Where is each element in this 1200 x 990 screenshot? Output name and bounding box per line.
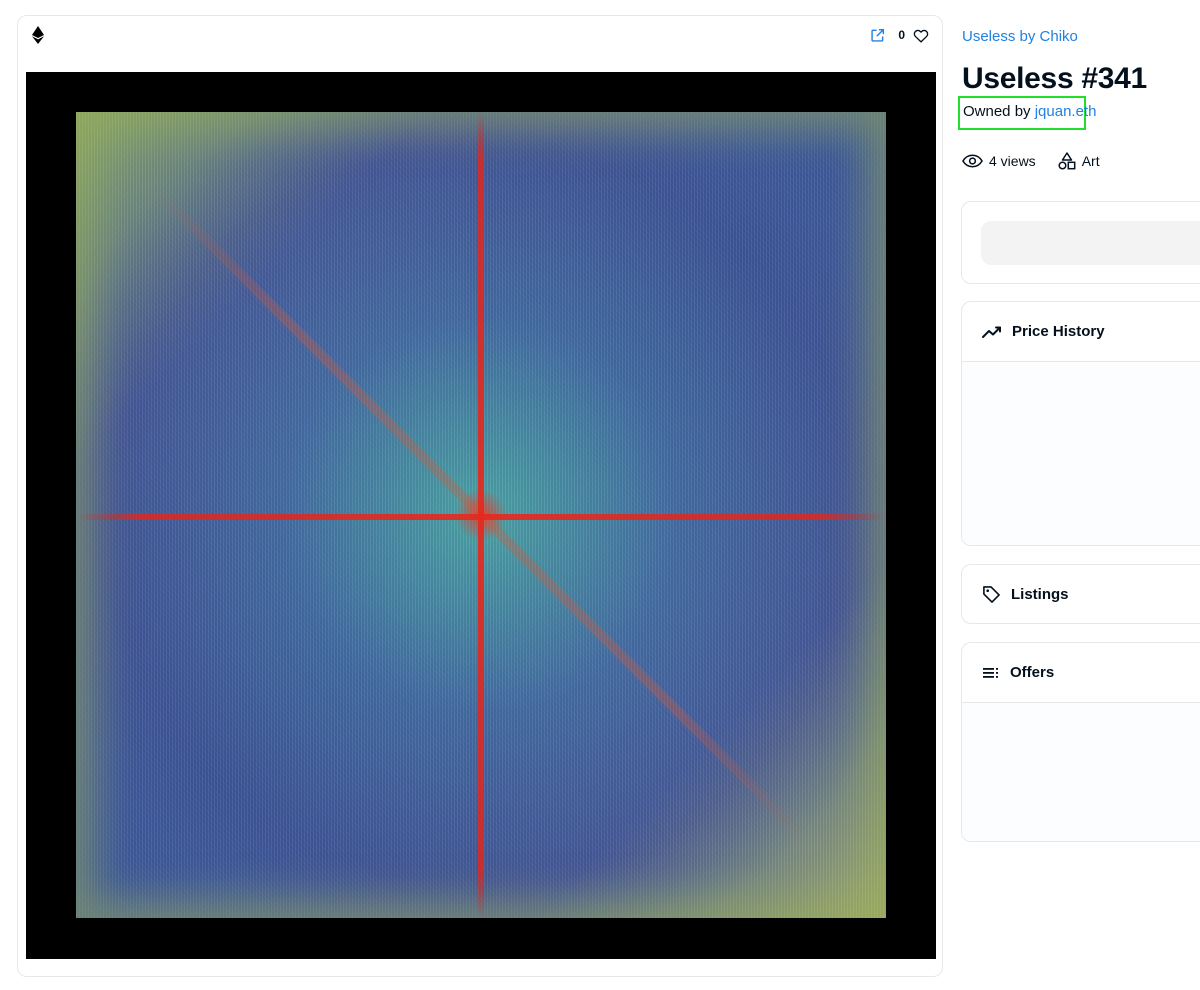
artwork-canvas [76, 112, 886, 918]
item-title: Useless #341 [962, 62, 1147, 95]
item-stats: 4 views Art [962, 151, 1100, 171]
listings-header[interactable]: Listings [962, 565, 1200, 623]
collection-link[interactable]: Useless by Chiko [962, 28, 1078, 45]
price-history-panel: Price History [961, 301, 1200, 546]
owner-prefix: Owned by [963, 103, 1031, 120]
price-history-body [962, 361, 1200, 545]
listings-title: Listings [1011, 586, 1069, 603]
tag-icon [983, 586, 1000, 603]
list-icon [983, 667, 998, 678]
offers-header[interactable]: Offers [962, 643, 1200, 702]
category-stat[interactable]: Art [1058, 152, 1100, 170]
offers-title: Offers [1010, 664, 1055, 681]
owner-link[interactable]: jquan.eth [1035, 103, 1097, 120]
external-link-icon[interactable] [870, 28, 885, 43]
eye-icon [962, 154, 983, 168]
listings-panel: Listings [961, 564, 1200, 624]
sale-loading-placeholder [981, 221, 1200, 265]
media-header: 0 [18, 16, 942, 56]
owner-line: Owned by jquan.eth [958, 96, 1096, 130]
views-stat: 4 views [962, 153, 1036, 169]
views-count: 4 views [989, 153, 1036, 169]
favorite-count: 0 [898, 28, 905, 42]
offers-body [962, 702, 1200, 841]
shapes-icon [1058, 152, 1076, 170]
sale-panel [961, 201, 1200, 284]
category-label: Art [1081, 153, 1100, 169]
nft-artwork-image[interactable] [26, 72, 936, 959]
price-history-title: Price History [1012, 323, 1105, 340]
price-history-header[interactable]: Price History [962, 302, 1200, 361]
offers-panel: Offers [961, 642, 1200, 842]
ethereum-icon [32, 26, 44, 44]
trending-icon [982, 326, 1001, 338]
heart-icon[interactable] [913, 28, 929, 43]
media-actions: 0 [870, 26, 929, 44]
media-card: 0 [17, 15, 943, 977]
artwork-vertical-line [478, 112, 484, 918]
